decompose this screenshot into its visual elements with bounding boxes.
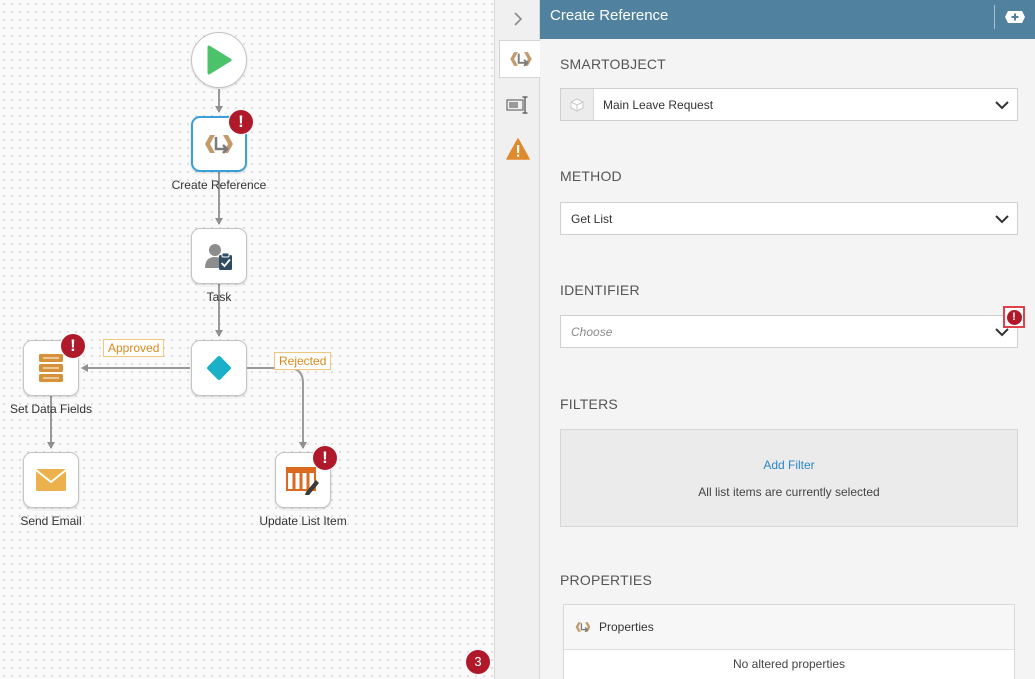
update-list-item-label: Update List Item xyxy=(259,514,347,528)
smartobject-section-title: SMARTOBJECT xyxy=(560,56,666,72)
filters-section-title: FILTERS xyxy=(560,396,618,412)
error-count-badge[interactable]: 3 xyxy=(466,650,490,674)
chevron-right-icon xyxy=(514,12,523,26)
data-fields-icon xyxy=(39,354,63,382)
task-node[interactable] xyxy=(191,228,247,284)
identifier-error-indicator[interactable]: ! xyxy=(1003,306,1025,328)
line-rejected xyxy=(247,367,307,449)
chevron-down-icon xyxy=(995,328,1009,337)
panel-header-add-button[interactable] xyxy=(994,5,1035,29)
start-node[interactable] xyxy=(191,32,247,88)
error-icon: ! xyxy=(1006,309,1022,325)
identifier-dropdown[interactable]: Choose xyxy=(560,315,1018,348)
decision-node[interactable] xyxy=(191,340,247,396)
warning-icon xyxy=(506,138,530,160)
properties-header-label: Properties xyxy=(599,620,654,634)
create-reference-icon xyxy=(509,52,532,67)
envelope-icon xyxy=(35,469,67,491)
properties-empty-text: No altered properties xyxy=(732,657,846,671)
add-filter-link[interactable]: Add Filter xyxy=(561,458,1017,472)
method-value: Get List xyxy=(571,212,613,226)
set-data-fields-error-badge[interactable]: ! xyxy=(60,333,86,359)
panel-side-rail xyxy=(494,0,541,679)
create-reference-icon xyxy=(205,135,233,154)
approved-line-label[interactable]: Approved xyxy=(103,339,165,357)
identifier-section-title: IDENTIFIER xyxy=(560,282,640,298)
rail-tab-text-field[interactable] xyxy=(499,86,537,124)
update-list-item-error-badge[interactable]: ! xyxy=(312,445,338,471)
method-dropdown[interactable]: Get List xyxy=(560,202,1018,235)
method-section-title: METHOD xyxy=(560,168,622,184)
create-reference-error-badge[interactable]: ! xyxy=(228,109,254,135)
collapse-panel-button[interactable] xyxy=(499,0,537,38)
add-icon xyxy=(1005,11,1025,23)
filters-note: All list items are currently selected xyxy=(698,485,880,499)
properties-panel: Create Reference SMARTOBJECT Main Leave … xyxy=(540,0,1035,679)
properties-header[interactable]: Properties xyxy=(564,605,1014,650)
workflow-canvas[interactable]: ! Create Reference Task Approved Rejecte… xyxy=(0,0,494,679)
list-edit-icon xyxy=(286,467,319,495)
identifier-placeholder: Choose xyxy=(571,325,613,339)
properties-section-title: PROPERTIES xyxy=(560,572,652,588)
rail-tab-warnings[interactable] xyxy=(499,130,537,168)
decision-diamond-icon xyxy=(207,356,231,380)
panel-title: Create Reference xyxy=(550,7,669,24)
smartobject-cube-icon xyxy=(570,97,584,112)
rail-tab-create-reference[interactable] xyxy=(499,40,541,78)
send-email-label: Send Email xyxy=(20,514,82,528)
user-task-icon xyxy=(205,244,232,270)
create-reference-icon xyxy=(575,622,591,633)
properties-box: Properties No altered properties xyxy=(563,604,1015,679)
chevron-down-icon xyxy=(995,215,1009,224)
task-label: Task xyxy=(206,290,232,304)
text-field-icon xyxy=(506,96,528,114)
set-data-fields-label: Set Data Fields xyxy=(9,402,93,416)
create-reference-label: Create Reference xyxy=(171,178,267,192)
rejected-line-label[interactable]: Rejected xyxy=(274,352,332,370)
smartobject-icon-box xyxy=(561,89,594,120)
panel-header: Create Reference xyxy=(540,0,1035,39)
smartobject-value: Main Leave Request xyxy=(603,98,714,112)
send-email-node[interactable] xyxy=(23,452,79,508)
chevron-down-icon xyxy=(995,101,1009,110)
smartobject-dropdown[interactable]: Main Leave Request xyxy=(560,88,1018,121)
play-icon xyxy=(207,45,232,75)
filters-box: Add Filter All list items are currently … xyxy=(560,429,1018,527)
